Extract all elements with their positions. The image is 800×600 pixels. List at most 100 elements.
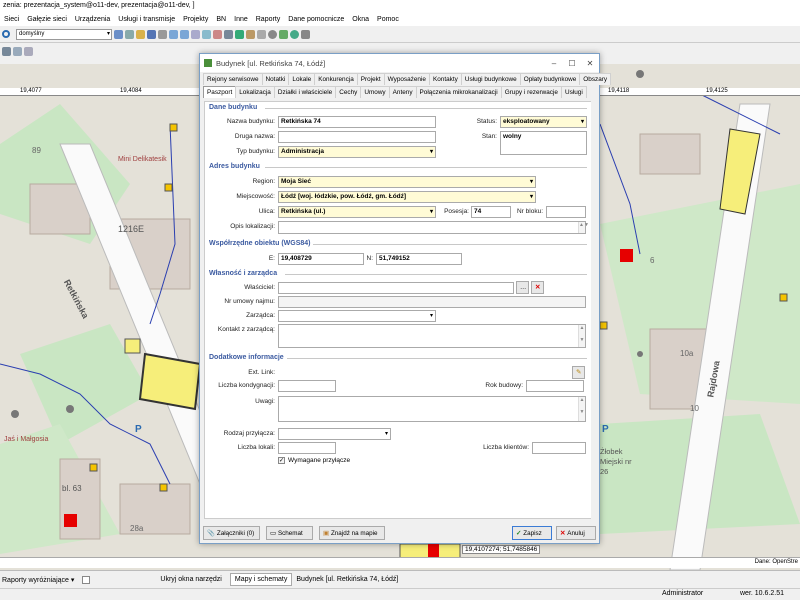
label-nrumowy: Nr umowy najmu: <box>224 298 275 305</box>
node-icon[interactable] <box>224 29 233 39</box>
menu-item-inne[interactable]: Inne <box>230 16 252 23</box>
region-select[interactable]: Moja Sieć ▾ <box>278 176 536 188</box>
type-select[interactable]: Administracja ▾ <box>278 146 436 158</box>
find-on-map-button[interactable]: ▣ Znajdź na mapie <box>319 526 385 540</box>
tab-rejony[interactable]: Rejony serwisowe <box>203 73 263 85</box>
reports-button[interactable]: Raporty wyróżniające ▾ <box>2 576 74 584</box>
tab-oplaty[interactable]: Opłaty budynkowe <box>519 73 581 85</box>
print-icon[interactable] <box>158 29 167 39</box>
label-wlasciciel: Właściciel: <box>244 284 275 291</box>
save-button[interactable]: ✓ Zapisz <box>512 526 552 540</box>
owner-field[interactable] <box>278 282 514 294</box>
tab-umowy[interactable]: Umowy <box>360 86 390 98</box>
filter-icon[interactable] <box>24 46 33 56</box>
tab-projekt[interactable]: Projekt <box>356 73 385 85</box>
manager-select[interactable]: ▾ <box>278 310 436 322</box>
tab-lokalizacja[interactable]: Lokalizacja <box>235 86 275 98</box>
second-name-field[interactable] <box>278 131 436 143</box>
pan-icon[interactable] <box>191 29 200 39</box>
label-druga: Druga nazwa: <box>234 133 275 140</box>
minimize-icon[interactable]: – <box>545 59 563 68</box>
globe-icon[interactable] <box>290 29 299 39</box>
circle-icon[interactable] <box>268 29 277 39</box>
menu-item-pomoc[interactable]: Pomoc <box>373 16 403 23</box>
save-icon[interactable] <box>147 29 156 39</box>
link-icon[interactable] <box>13 46 22 56</box>
tab-lokale[interactable]: Lokale <box>288 73 316 85</box>
dialog-scrollbar[interactable] <box>591 101 597 519</box>
refresh-icon[interactable] <box>279 29 288 39</box>
required-connection-checkbox[interactable]: ✓ Wymagane przyłącze <box>278 457 350 464</box>
tab-maps[interactable]: Mapy i schematy <box>229 573 293 586</box>
tab-building[interactable]: Budynek [ul. Retkińska 74, Łódź] <box>296 576 398 583</box>
tab-kontakty[interactable]: Kontakty <box>428 73 462 85</box>
hide-tools-button[interactable]: Ukryj okna narzędzi <box>160 576 221 583</box>
menu-item-uslugi[interactable]: Usługi i transmisje <box>114 16 179 23</box>
tab-uslugi[interactable]: Usługi <box>560 86 587 98</box>
tab-konkurencja[interactable]: Konkurencja <box>314 73 358 85</box>
status-select[interactable]: eksploatowany ▾ <box>500 116 587 128</box>
street-select[interactable]: Retkińska (ul.) ▾ <box>278 206 436 218</box>
schema-button[interactable]: ▭ Schemat <box>266 526 313 540</box>
zoom-in-icon[interactable] <box>169 29 178 39</box>
location-description-field[interactable]: ▲▼ <box>278 221 589 234</box>
block-number-field[interactable] <box>546 206 586 218</box>
notes-field[interactable]: ▲ ▼ <box>278 396 586 422</box>
label-status: Status: <box>476 118 497 125</box>
tab-polaczenia[interactable]: Połączenia mikrokanalizacji <box>415 86 502 98</box>
close-icon[interactable]: ✕ <box>581 59 599 68</box>
route-icon[interactable] <box>2 46 11 56</box>
state-field[interactable]: wolny <box>500 131 587 155</box>
longitude-field[interactable]: 19,408729 <box>278 253 364 265</box>
search-icon[interactable] <box>2 30 10 38</box>
manager-contact-field[interactable]: ▲ ▼ <box>278 324 586 348</box>
reports-checkbox[interactable] <box>82 575 91 584</box>
tab-dzialki[interactable]: Działki i właściciele <box>273 86 337 98</box>
lease-number-field[interactable] <box>278 296 586 308</box>
settings-icon[interactable] <box>301 29 310 39</box>
tab-obszary[interactable]: Obszary <box>579 73 612 85</box>
latitude-field[interactable]: 51,749152 <box>376 253 462 265</box>
measure-icon[interactable] <box>213 29 222 39</box>
menu-item-bn[interactable]: BN <box>212 16 230 23</box>
menu-item-sieci[interactable]: Sieci <box>0 16 23 23</box>
menu-item-projekty[interactable]: Projekty <box>179 16 212 23</box>
edit-link-icon[interactable]: ✎ <box>572 366 585 379</box>
floors-field[interactable] <box>278 380 336 392</box>
maximize-icon[interactable]: ☐ <box>563 59 581 68</box>
tab-notatki[interactable]: Notatki <box>261 73 290 85</box>
units-count-field[interactable] <box>278 442 336 454</box>
folder-icon[interactable] <box>136 29 145 39</box>
delete-icon[interactable] <box>257 29 266 39</box>
menu-item-okna[interactable]: Okna <box>348 16 373 23</box>
city-select[interactable]: Łódź [woj. łódzkie, pow. Łódź, gm. Łódź]… <box>278 191 536 203</box>
main-toolbar: domyślny ▾ <box>0 26 800 43</box>
style-select[interactable]: domyślny ▾ <box>16 28 112 40</box>
connection-type-select[interactable]: ▾ <box>278 428 391 440</box>
menu-item-dane-pomocnicze[interactable]: Dane pomocnicze <box>284 16 348 23</box>
zoom-out-icon[interactable] <box>180 29 189 39</box>
tab-uslugi-budynkowe[interactable]: Usługi budynkowe <box>460 73 521 85</box>
tab-cechy[interactable]: Cechy <box>335 86 362 98</box>
tab-anteny[interactable]: Anteny <box>388 86 417 98</box>
pointer-icon[interactable] <box>114 29 123 39</box>
clear-owner-icon[interactable]: ✕ <box>531 281 544 294</box>
menu-item-raporty[interactable]: Raporty <box>252 16 285 23</box>
tab-grupy[interactable]: Grupy i rezerwacje <box>500 86 562 98</box>
tab-paszport[interactable]: Paszport <box>203 86 237 98</box>
house-number-field[interactable]: 74 <box>471 206 511 218</box>
tab-wyposazenie[interactable]: Wyposażenie <box>383 73 430 85</box>
menu-item-urzadzenia[interactable]: Urządzenia <box>71 16 114 23</box>
select-icon[interactable] <box>202 29 211 39</box>
menu-item-galezie[interactable]: Gałęzie sieci <box>23 16 71 23</box>
build-year-field[interactable] <box>526 380 584 392</box>
edit-icon[interactable] <box>246 29 255 39</box>
name-field[interactable]: Retkińska 74 <box>278 116 436 128</box>
label-posesja: Posesja: <box>444 208 469 215</box>
cable-icon[interactable] <box>235 29 244 39</box>
browse-owner-button[interactable]: … <box>516 281 529 294</box>
attachments-button[interactable]: 📎 Załączniki (0) <box>203 526 260 540</box>
clients-count-field[interactable] <box>532 442 586 454</box>
layers-icon[interactable] <box>125 29 134 39</box>
cancel-button[interactable]: ✕ Anuluj <box>556 526 596 540</box>
